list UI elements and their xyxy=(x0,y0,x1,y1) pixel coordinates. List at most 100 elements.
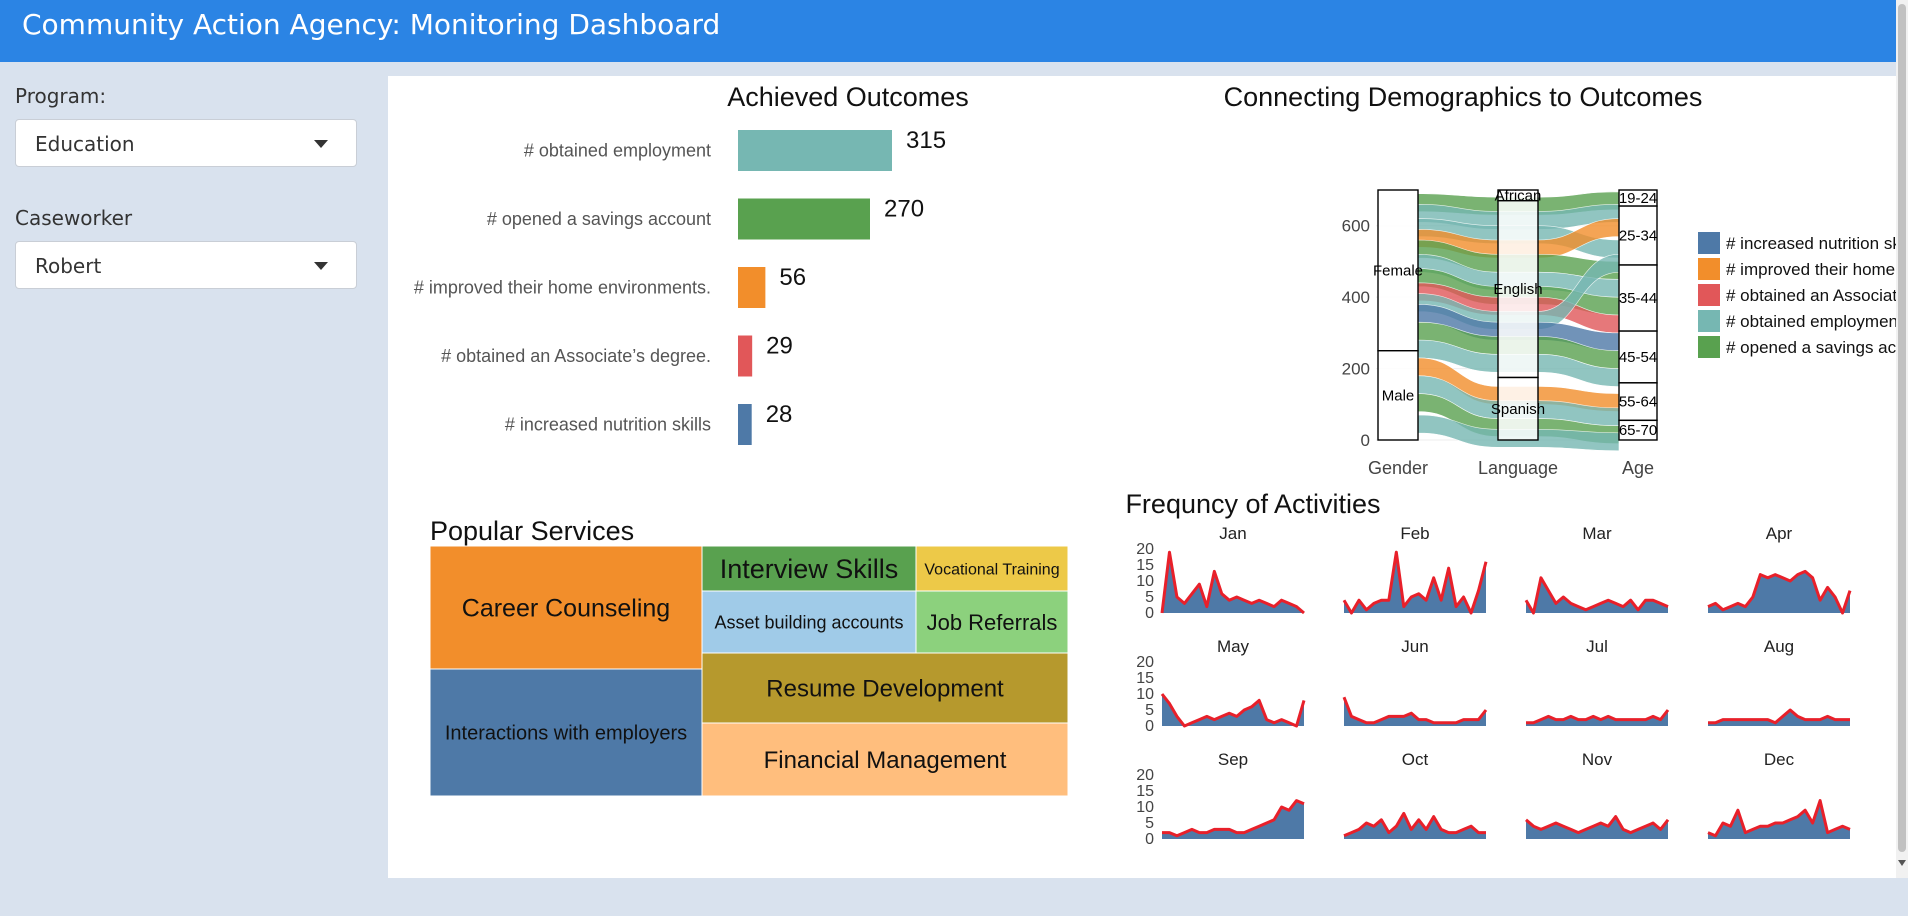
bar-value-label: 315 xyxy=(906,127,946,154)
treemap-tile-label: Resume Development xyxy=(766,676,1004,703)
y-tick-label: 0 xyxy=(1361,431,1370,450)
bar-value-label: 29 xyxy=(766,333,793,360)
legend-label: # obtained an Associate’s degree. xyxy=(1726,286,1898,305)
y-tick-label: 5 xyxy=(1145,589,1154,606)
stratum-label: 55-64 xyxy=(1619,394,1657,411)
legend-swatch xyxy=(1698,284,1720,306)
y-tick-label: 10 xyxy=(1136,573,1154,590)
program-select[interactable]: Education xyxy=(15,119,357,167)
y-tick-label: 20 xyxy=(1136,541,1154,558)
stratum-label: 35-44 xyxy=(1619,290,1657,307)
treemap-tile-label: Career Counseling xyxy=(462,595,670,623)
treemap-tile-label: Asset building accounts xyxy=(714,612,903,632)
y-tick-label: 600 xyxy=(1342,217,1370,236)
stratum-label: 25-34 xyxy=(1619,228,1657,245)
legend-swatch xyxy=(1698,232,1720,254)
caseworker-select[interactable]: Robert xyxy=(15,241,357,289)
panel-month-label: Jun xyxy=(1401,637,1428,656)
bar-category-label: # obtained employment xyxy=(524,141,711,161)
y-tick-label: 20 xyxy=(1136,767,1154,784)
activities-frequency-chart: Frequncy of Activities Jan05101520Feb Mar… xyxy=(1125,489,1852,848)
dashboard-main: Achieved Outcomes # obtained employment 3… xyxy=(388,76,1898,878)
y-tick-label: 15 xyxy=(1136,670,1154,687)
stratum-label: 65-70 xyxy=(1619,422,1657,439)
treemap-tile-label: Interview Skills xyxy=(720,554,899,584)
stratum-label: 45-54 xyxy=(1619,349,1657,366)
chart-title: Popular Services xyxy=(430,516,634,546)
legend-swatch xyxy=(1698,258,1720,280)
bar-category-label: # opened a savings account xyxy=(487,209,711,229)
y-tick-label: 20 xyxy=(1136,654,1154,671)
legend-label: # increased nutrition skills xyxy=(1726,234,1898,253)
bar xyxy=(738,130,892,171)
scrollbar-thumb[interactable] xyxy=(1898,4,1906,852)
bar-value-label: 28 xyxy=(766,401,793,428)
y-tick-label: 15 xyxy=(1136,557,1154,574)
y-tick-label: 5 xyxy=(1145,702,1154,719)
y-tick-label: 5 xyxy=(1145,815,1154,832)
panel-month-label: May xyxy=(1217,637,1250,656)
stratum-label: Spanish xyxy=(1491,401,1545,418)
legend-swatch xyxy=(1698,336,1720,358)
y-tick-label: 0 xyxy=(1145,831,1154,848)
caseworker-select-value: Robert xyxy=(35,254,102,278)
bar xyxy=(738,404,752,445)
activity-area xyxy=(1526,577,1668,613)
app-title: Community Action Agency: Monitoring Dash… xyxy=(22,8,721,41)
y-tick-label: 0 xyxy=(1145,718,1154,735)
bar-category-label: # obtained an Associate’s degree. xyxy=(441,346,711,366)
treemap-tile-label: Financial Management xyxy=(764,747,1007,774)
bar-value-label: 270 xyxy=(884,196,924,223)
bar xyxy=(738,335,753,377)
demographics-outcomes-chart: Connecting Demographics to Outcomes 0 200… xyxy=(1224,82,1898,478)
y-tick-label: 0 xyxy=(1145,605,1154,622)
panel-month-label: Oct xyxy=(1402,750,1429,769)
panel-month-label: Jul xyxy=(1586,637,1608,656)
achieved-outcomes-chart: Achieved Outcomes # obtained employment 3… xyxy=(414,82,969,445)
x-axis-label: Gender xyxy=(1368,458,1428,478)
panel-month-label: Feb xyxy=(1400,524,1429,543)
chevron-down-icon xyxy=(314,140,328,148)
y-tick-label: 10 xyxy=(1136,686,1154,703)
scroll-down-arrow-icon[interactable] xyxy=(1898,860,1906,866)
y-tick-label: 400 xyxy=(1342,288,1370,307)
legend-label: # opened a savings account xyxy=(1726,338,1898,357)
bar-value-label: 56 xyxy=(779,264,806,291)
chart-title: Achieved Outcomes xyxy=(727,82,969,112)
panel-month-label: Aug xyxy=(1764,637,1794,656)
y-tick-label: 10 xyxy=(1136,799,1154,816)
bar-category-label: # improved their home environments. xyxy=(414,278,711,298)
program-label: Program: xyxy=(15,84,107,108)
stratum-label: Male xyxy=(1382,387,1415,404)
treemap-tile-label: Vocational Training xyxy=(924,561,1059,578)
app-header: Community Action Agency: Monitoring Dash… xyxy=(0,0,1896,62)
panel-month-label: Mar xyxy=(1582,524,1612,543)
bar-category-label: # increased nutrition skills xyxy=(505,415,711,435)
panel-month-label: Sep xyxy=(1218,750,1248,769)
panel-month-label: Nov xyxy=(1582,750,1613,769)
stratum-label: Female xyxy=(1373,262,1423,279)
treemap-tile-label: Job Referrals xyxy=(927,610,1058,635)
chart-title: Frequncy of Activities xyxy=(1125,489,1380,519)
panel-month-label: Dec xyxy=(1764,750,1795,769)
bar xyxy=(738,198,870,240)
legend-label: # improved their home environments xyxy=(1726,260,1898,279)
x-axis-label: Age xyxy=(1622,458,1654,478)
y-tick-label: 15 xyxy=(1136,783,1154,800)
program-select-value: Education xyxy=(35,132,135,156)
chevron-down-icon xyxy=(314,262,328,270)
bar xyxy=(738,267,766,308)
treemap-tile-label: Interactions with employers xyxy=(445,723,687,745)
y-tick-label: 200 xyxy=(1342,360,1370,379)
popular-services-chart: Popular Services Career Counseling Intera… xyxy=(429,516,1069,797)
page-scrollbar[interactable] xyxy=(1896,0,1908,878)
stratum-label: 19-24 xyxy=(1619,190,1657,207)
panel-month-label: Apr xyxy=(1766,524,1793,543)
stratum-label: English xyxy=(1493,281,1542,298)
legend-label: # obtained employment xyxy=(1726,312,1898,331)
caseworker-label: Caseworker xyxy=(15,206,133,230)
x-axis-label: Language xyxy=(1478,458,1558,478)
activity-area xyxy=(1344,552,1486,613)
sidebar: Program: Education Caseworker Robert xyxy=(0,62,374,878)
chart-title: Connecting Demographics to Outcomes xyxy=(1224,82,1703,112)
